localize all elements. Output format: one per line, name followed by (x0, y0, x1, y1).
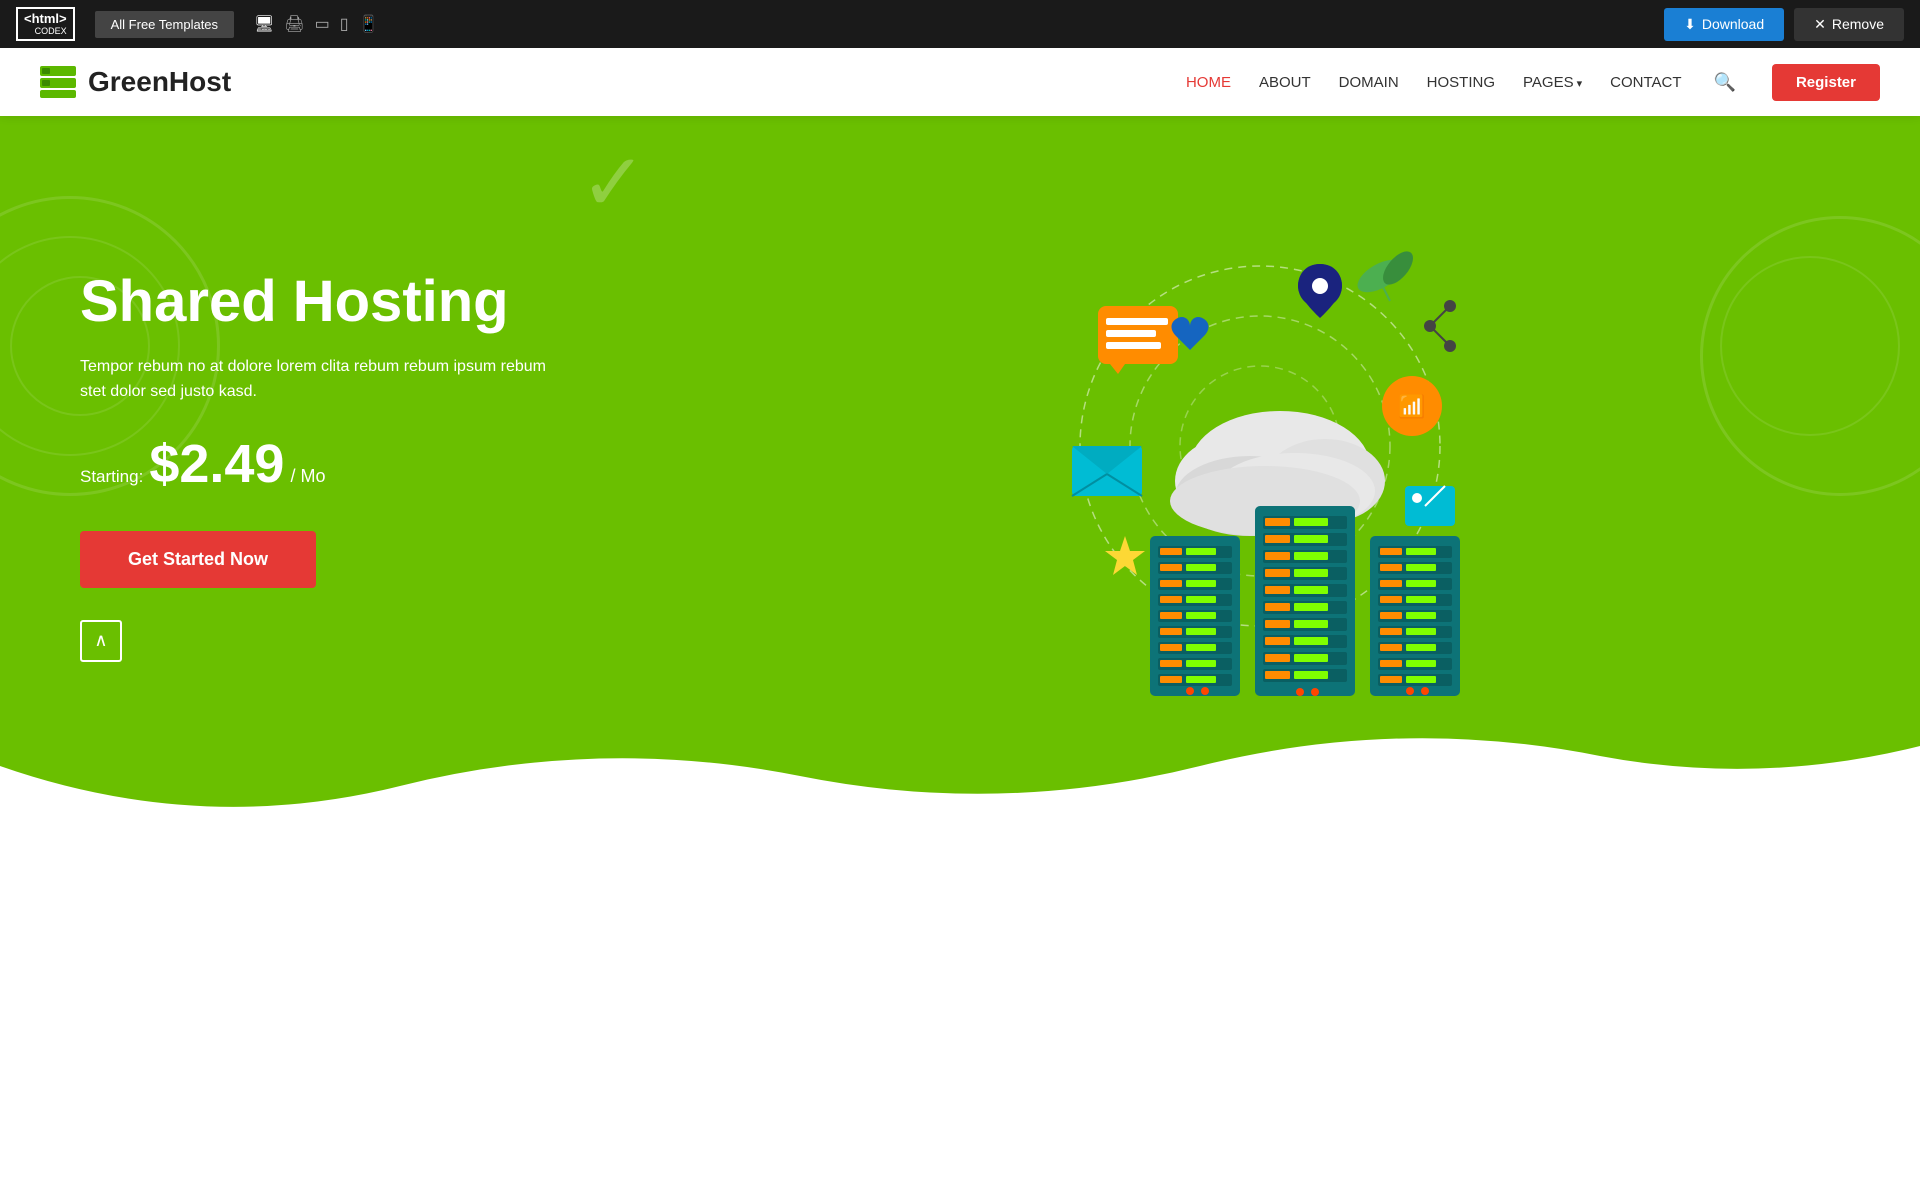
remove-button[interactable]: ✕ Remove (1794, 8, 1904, 41)
nav-contact[interactable]: CONTACT (1610, 74, 1681, 91)
nav-hosting[interactable]: HOSTING (1427, 74, 1495, 91)
scroll-up-button[interactable]: ∧ (80, 620, 122, 662)
toolbar-right: ⬇ Download ✕ Remove (1664, 8, 1904, 41)
get-started-button[interactable]: Get Started Now (80, 531, 316, 588)
register-button[interactable]: Register (1772, 64, 1880, 101)
chevron-up-icon: ∧ (94, 630, 107, 651)
tablet-portrait-icon[interactable]: ▯ (340, 14, 349, 34)
price-starting-label: Starting: (80, 467, 143, 487)
hero-section: ✓ Shared Hosting Tempor rebum no at dolo… (0, 116, 1920, 836)
hero-description: Tempor rebum no at dolore lorem clita re… (80, 354, 560, 405)
nav-home[interactable]: HOME (1186, 74, 1231, 91)
device-preview-icons: 🖥 🖨 ▭ ▯ 📱 (254, 14, 378, 34)
all-free-templates-button[interactable]: All Free Templates (95, 11, 234, 38)
desktop-icon[interactable]: 🖥 (254, 14, 274, 34)
download-icon: ⬇ (1684, 16, 1696, 33)
price-period: / Mo (290, 466, 325, 487)
page-bottom (0, 836, 1920, 976)
nav-pages[interactable]: PAGES (1523, 74, 1582, 91)
svg-text:📶: 📶 (1398, 394, 1425, 419)
nav-domain[interactable]: DOMAIN (1339, 74, 1399, 91)
download-button[interactable]: ⬇ Download (1664, 8, 1784, 41)
toolbar: <html> CODEX All Free Templates 🖥 🖨 ▭ ▯ … (0, 0, 1920, 48)
hero-left: Shared Hosting Tempor rebum no at dolore… (80, 270, 680, 662)
hero-price: Starting: $2.49 / Mo (80, 433, 680, 495)
close-icon: ✕ (1814, 16, 1826, 33)
mobile-icon[interactable]: 📱 (359, 14, 379, 34)
site-navbar: GreenHost HOME ABOUT DOMAIN HOSTING PAGE… (0, 48, 1920, 116)
monitor-icon[interactable]: 🖨 (284, 14, 304, 34)
nav-about[interactable]: ABOUT (1259, 74, 1311, 91)
logo-icon (40, 66, 76, 98)
nav-links: HOME ABOUT DOMAIN HOSTING PAGES CONTACT … (1186, 64, 1880, 101)
site-logo: GreenHost (40, 66, 231, 98)
server-illustration: 📶 (1050, 226, 1470, 706)
htmlcodex-logo: <html> CODEX (16, 7, 75, 41)
site-logo-text: GreenHost (88, 66, 231, 98)
price-amount: $2.49 (149, 433, 284, 495)
hero-title: Shared Hosting (80, 270, 680, 334)
search-icon[interactable]: 🔍 (1714, 72, 1736, 93)
hero-illustration: 📶 (680, 226, 1840, 706)
hero-content: Shared Hosting Tempor rebum no at dolore… (0, 116, 1920, 836)
tablet-landscape-icon[interactable]: ▭ (315, 14, 330, 34)
